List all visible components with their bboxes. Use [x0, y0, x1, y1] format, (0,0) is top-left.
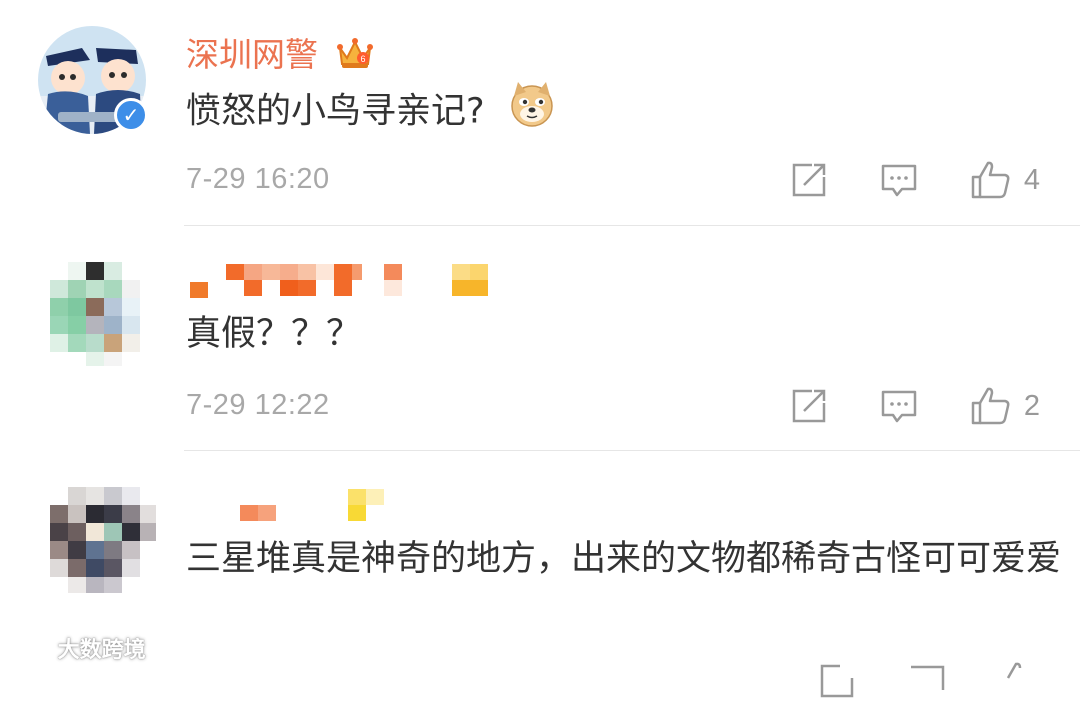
username-text[interactable]: 深圳网警 [186, 35, 318, 74]
repost-button[interactable] [818, 662, 856, 700]
repost-button[interactable] [790, 387, 828, 425]
watermark-logo-icon [4, 638, 58, 663]
comment-item: 真假？？？ 7-29 12:22 2 [0, 226, 1080, 451]
like-count: 4 [1023, 163, 1040, 196]
watermark-text: 大数跨境 [57, 638, 146, 663]
username-redacted[interactable] [190, 262, 490, 298]
avatar[interactable]: ✓ [38, 26, 148, 134]
comment-text-body: 三星堆真是神奇的地方，出来的文物都稀奇古怪可可爱爱 [186, 539, 1062, 579]
username-redacted[interactable] [240, 487, 390, 523]
thumbs-up-icon [1006, 662, 1022, 679]
comment-text-body: 愤怒的小鸟寻亲记? [186, 91, 485, 132]
watermark: 大数跨境 [4, 632, 146, 664]
doge-emoji-icon [508, 80, 556, 145]
comment-item: ✓ 深圳网警 6 愤怒的小鸟寻亲记? 7-29 16:20 4 [0, 0, 1080, 225]
action-bar: 2 [738, 386, 1040, 426]
pixelated-username-image [190, 264, 488, 298]
verified-v-icon: ✓ [114, 98, 148, 132]
repost-icon [792, 163, 826, 197]
comment-button[interactable] [880, 161, 918, 199]
comment-text: 真假？？？ [186, 306, 1066, 362]
action-bar [766, 661, 1040, 701]
thumbs-up-icon [971, 387, 1010, 425]
comment-button[interactable] [880, 387, 918, 425]
comment-icon [881, 164, 917, 197]
repost-button[interactable] [790, 161, 828, 199]
comment-item: 三星堆真是神奇的地方，出来的文物都稀奇古怪可可爱爱 [0, 451, 1080, 698]
like-count: 2 [1023, 389, 1040, 422]
pixelated-username-image [240, 489, 384, 521]
pixelated-avatar-image [50, 262, 154, 366]
comment-text: 愤怒的小鸟寻亲记? [186, 80, 1066, 145]
repost-icon [792, 389, 826, 423]
comment-text: 三星堆真是神奇的地方，出来的文物都稀奇古怪可可爱爱 [186, 531, 1066, 587]
comment-icon [881, 390, 917, 423]
comment-icon [911, 665, 945, 690]
like-button[interactable]: 4 [970, 160, 1040, 200]
avatar[interactable] [50, 487, 156, 593]
timestamp: 7-29 12:22 [186, 389, 330, 421]
thumbs-up-icon [971, 161, 1010, 199]
comment-button[interactable] [908, 662, 946, 700]
like-button[interactable]: 2 [970, 386, 1040, 426]
like-button[interactable] [998, 661, 1040, 701]
crown-icon[interactable]: 6 [336, 36, 373, 78]
timestamp: 7-29 16:20 [186, 163, 330, 195]
comment-text-body: 真假？？？ [186, 314, 362, 354]
pixelated-avatar-image [50, 487, 156, 593]
avatar[interactable] [50, 262, 154, 366]
svg-text:6: 6 [360, 54, 365, 64]
username[interactable]: 深圳网警 6 [186, 28, 373, 78]
repost-icon [820, 664, 854, 698]
action-bar: 4 [738, 160, 1040, 200]
